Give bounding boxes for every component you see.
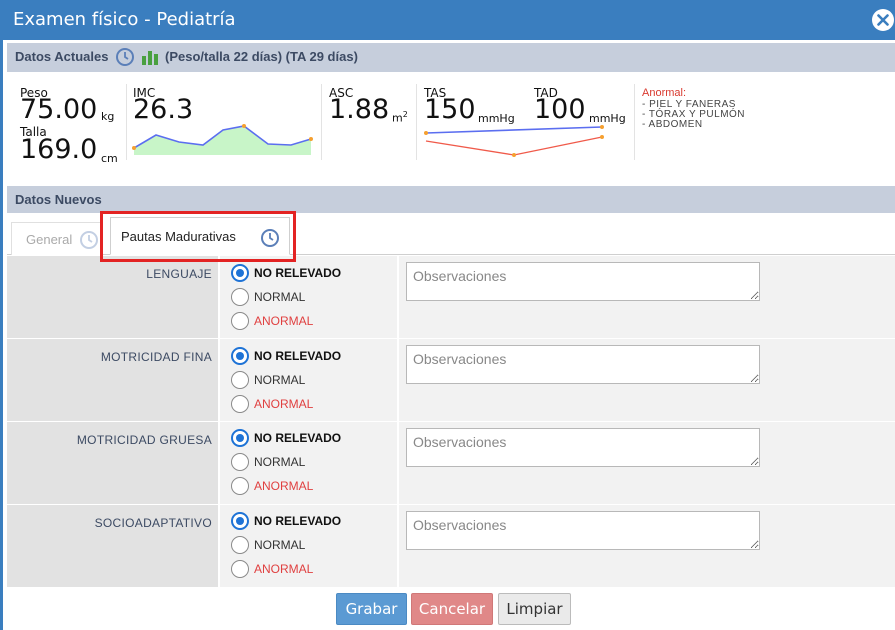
history-clock-icon — [79, 230, 99, 253]
divider — [416, 84, 417, 160]
tab-pautas-label: Pautas Madurativas — [121, 229, 236, 244]
option-normal[interactable]: NORMAL — [254, 455, 305, 469]
radio-normal[interactable] — [231, 288, 249, 306]
blood-pressure-sparkline — [424, 125, 604, 157]
divider — [634, 84, 635, 160]
tab-pautas-madurativas[interactable]: Pautas Madurativas — [110, 217, 290, 255]
option-anormal[interactable]: ANORMAL — [254, 562, 313, 576]
cancel-button[interactable]: Cancelar — [411, 593, 493, 625]
peso-value: 75.00 — [20, 94, 98, 125]
option-group: NO RELEVADO NORMAL ANORMAL — [220, 422, 397, 504]
chart-bars-icon[interactable] — [141, 49, 159, 68]
radio-anormal[interactable] — [231, 395, 249, 413]
observations-field[interactable] — [406, 262, 760, 301]
exam-dialog: Examen físico - Pediatría Datos Actuales… — [0, 0, 895, 630]
milestone-row-motricidad-fina: MOTRICIDAD FINA NO RELEVADO NORMAL ANORM… — [7, 339, 895, 421]
option-normal[interactable]: NORMAL — [254, 373, 305, 387]
current-stats-panel: Peso 75.00 kg Talla 169.0 cm IMC 26.3 AS… — [7, 72, 895, 186]
new-data-header: Datos Nuevos — [7, 186, 895, 213]
milestone-label: MOTRICIDAD GRUESA — [76, 433, 212, 447]
new-data-title: Datos Nuevos — [15, 192, 102, 207]
option-normal[interactable]: NORMAL — [254, 538, 305, 552]
clear-button[interactable]: Limpiar — [498, 593, 571, 625]
tab-general[interactable]: General — [11, 222, 101, 255]
peso-unit: kg — [101, 110, 115, 123]
tad-value: 100 — [534, 94, 586, 125]
radio-normal[interactable] — [231, 536, 249, 554]
option-no-relevado[interactable]: NO RELEVADO — [254, 266, 341, 280]
option-group: NO RELEVADO NORMAL ANORMAL — [220, 256, 397, 338]
milestone-row-lenguaje: LENGUAJE NO RELEVADO NORMAL ANORMAL — [7, 256, 895, 338]
observations-field[interactable] — [406, 428, 760, 467]
milestone-row-motricidad-gruesa: MOTRICIDAD GRUESA NO RELEVADO NORMAL ANO… — [7, 422, 895, 504]
observations-field[interactable] — [406, 511, 760, 550]
radio-no-relevado[interactable] — [231, 264, 249, 282]
divider — [321, 84, 322, 160]
asc-unit: m2 — [392, 110, 408, 125]
radio-no-relevado[interactable] — [231, 347, 249, 365]
tab-bar: General Pautas Madurativas — [7, 213, 895, 255]
option-anormal[interactable]: ANORMAL — [254, 314, 313, 328]
tab-general-label: General — [26, 232, 73, 247]
divider — [126, 84, 127, 160]
dialog-title: Examen físico - Pediatría — [13, 9, 236, 30]
radio-anormal[interactable] — [231, 477, 249, 495]
asc-unit-exponent: 2 — [402, 110, 408, 119]
option-anormal[interactable]: ANORMAL — [254, 397, 313, 411]
radio-anormal[interactable] — [231, 560, 249, 578]
title-bar: Examen físico - Pediatría — [0, 0, 895, 40]
option-no-relevado[interactable]: NO RELEVADO — [254, 514, 341, 528]
option-no-relevado[interactable]: NO RELEVADO — [254, 431, 341, 445]
current-data-title: Datos Actuales — [15, 49, 109, 64]
close-icon[interactable] — [872, 9, 894, 31]
talla-unit: cm — [101, 152, 118, 165]
milestone-label: SOCIOADAPTATIVO — [94, 516, 212, 530]
measurement-age-info: (Peso/talla 22 días) (TA 29 días) — [165, 49, 358, 64]
milestone-label: LENGUAJE — [146, 267, 212, 281]
history-clock-icon[interactable] — [115, 47, 135, 70]
milestone-row-socioadaptativo: SOCIOADAPTATIVO NO RELEVADO NORMAL ANORM… — [7, 505, 895, 587]
current-data-header: Datos Actuales (Peso/talla 22 días) (TA … — [7, 43, 895, 72]
observations-field[interactable] — [406, 345, 760, 384]
save-button[interactable]: Grabar — [336, 593, 407, 625]
radio-normal[interactable] — [231, 453, 249, 471]
milestone-label: MOTRICIDAD FINA — [100, 350, 212, 364]
option-no-relevado[interactable]: NO RELEVADO — [254, 349, 341, 363]
abnormal-title: Anormal: — [642, 87, 687, 99]
option-group: NO RELEVADO NORMAL ANORMAL — [220, 339, 397, 421]
radio-no-relevado[interactable] — [231, 429, 249, 447]
radio-normal[interactable] — [231, 371, 249, 389]
abnormal-item: - ABDOMEN — [642, 119, 703, 130]
imc-sparkline — [132, 124, 313, 155]
option-normal[interactable]: NORMAL — [254, 290, 305, 304]
history-clock-icon — [260, 228, 280, 251]
tas-value: 150 — [424, 94, 476, 125]
asc-unit-base: m — [392, 111, 403, 125]
radio-anormal[interactable] — [231, 312, 249, 330]
radio-no-relevado[interactable] — [231, 512, 249, 530]
asc-value: 1.88 — [329, 94, 390, 125]
talla-value: 169.0 — [20, 134, 98, 165]
option-anormal[interactable]: ANORMAL — [254, 479, 313, 493]
option-group: NO RELEVADO NORMAL ANORMAL — [220, 505, 397, 587]
